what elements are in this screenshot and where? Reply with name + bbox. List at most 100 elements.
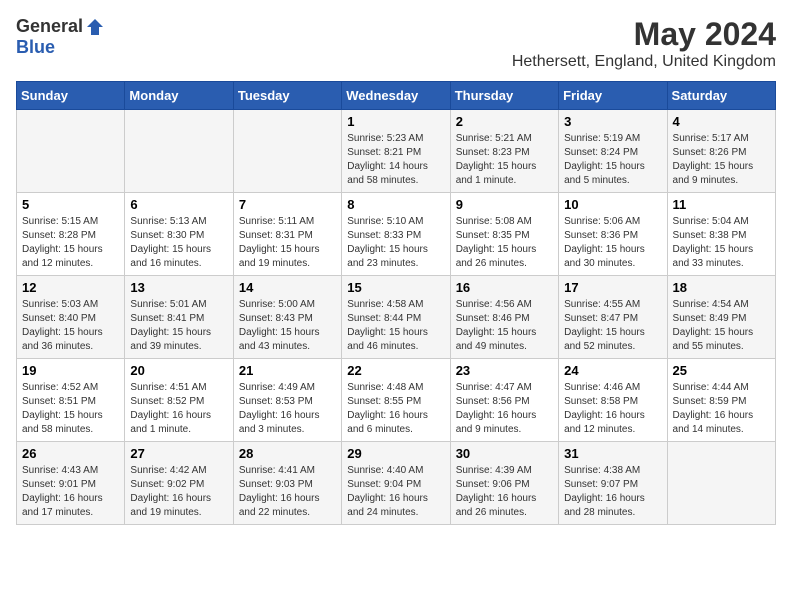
day-detail: Sunrise: 4:47 AM Sunset: 8:56 PM Dayligh…: [456, 381, 553, 437]
calendar-cell: 23 Sunrise: 4:47 AM Sunset: 8:56 PM Dayli…: [450, 359, 558, 442]
calendar-cell: 19 Sunrise: 4:52 AM Sunset: 8:51 PM Dayli…: [17, 359, 125, 442]
day-detail: Sunrise: 4:43 AM Sunset: 9:01 PM Dayligh…: [22, 464, 119, 520]
day-number: 22: [347, 363, 444, 378]
calendar-cell: 3 Sunrise: 5:19 AM Sunset: 8:24 PM Daylig…: [559, 110, 667, 193]
day-detail: Sunrise: 4:48 AM Sunset: 8:55 PM Dayligh…: [347, 381, 444, 437]
day-number: 27: [130, 446, 227, 461]
day-detail: Sunrise: 5:11 AM Sunset: 8:31 PM Dayligh…: [239, 215, 336, 271]
calendar-cell: 28Sunrise: 4:41 AM Sunset: 9:03 PM Dayli…: [233, 442, 341, 525]
day-detail: Sunrise: 4:42 AM Sunset: 9:02 PM Dayligh…: [130, 464, 227, 520]
day-number: 7: [239, 197, 336, 212]
calendar-cell: 9Sunrise: 5:08 AM Sunset: 8:35 PM Daylig…: [450, 193, 558, 276]
calendar-cell: 16 Sunrise: 4:56 AM Sunset: 8:46 PM Dayli…: [450, 276, 558, 359]
day-detail: Sunrise: 5:21 AM Sunset: 8:23 PM Dayligh…: [456, 132, 553, 188]
day-number: 25: [673, 363, 770, 378]
calendar-cell: 1Sunrise: 5:23 AM Sunset: 8:21 PM Daylig…: [342, 110, 450, 193]
day-detail: Sunrise: 4:55 AM Sunset: 8:47 PM Dayligh…: [564, 298, 661, 354]
calendar-cell: 22 Sunrise: 4:48 AM Sunset: 8:55 PM Dayli…: [342, 359, 450, 442]
day-number: 24: [564, 363, 661, 378]
day-number: 23: [456, 363, 553, 378]
day-number: 12: [22, 280, 119, 295]
calendar-cell: 11 Sunrise: 5:04 AM Sunset: 8:38 PM Dayli…: [667, 193, 775, 276]
day-number: 30: [456, 446, 553, 461]
calendar-cell: [17, 110, 125, 193]
day-detail: Sunrise: 4:38 AM Sunset: 9:07 PM Dayligh…: [564, 464, 661, 520]
day-number: 3: [564, 114, 661, 129]
day-detail: Sunrise: 4:46 AM Sunset: 8:58 PM Dayligh…: [564, 381, 661, 437]
day-number: 6: [130, 197, 227, 212]
day-detail: Sunrise: 5:10 AM Sunset: 8:33 PM Dayligh…: [347, 215, 444, 271]
day-detail: Sunrise: 5:08 AM Sunset: 8:35 PM Dayligh…: [456, 215, 553, 271]
calendar-cell: 5Sunrise: 5:15 AM Sunset: 8:28 PM Daylig…: [17, 193, 125, 276]
logo-general-text: General: [16, 16, 83, 37]
header-monday: Monday: [125, 82, 233, 110]
header: General Blue May 2024 Hethersett, Englan…: [16, 16, 776, 71]
day-number: 26: [22, 446, 119, 461]
calendar-cell: 30 Sunrise: 4:39 AM Sunset: 9:06 PM Dayli…: [450, 442, 558, 525]
day-detail: Sunrise: 5:17 AM Sunset: 8:26 PM Dayligh…: [673, 132, 770, 188]
day-number: 11: [673, 197, 770, 212]
calendar-cell: 26 Sunrise: 4:43 AM Sunset: 9:01 PM Dayli…: [17, 442, 125, 525]
day-detail: Sunrise: 4:39 AM Sunset: 9:06 PM Dayligh…: [456, 464, 553, 520]
day-number: 15: [347, 280, 444, 295]
calendar-cell: [125, 110, 233, 193]
calendar-cell: 27 Sunrise: 4:42 AM Sunset: 9:02 PM Dayli…: [125, 442, 233, 525]
calendar-cell: 18Sunrise: 4:54 AM Sunset: 8:49 PM Dayli…: [667, 276, 775, 359]
calendar-week-row: 26 Sunrise: 4:43 AM Sunset: 9:01 PM Dayli…: [17, 442, 776, 525]
title-block: May 2024 Hethersett, England, United Kin…: [512, 16, 776, 71]
calendar-cell: 17 Sunrise: 4:55 AM Sunset: 8:47 PM Dayli…: [559, 276, 667, 359]
header-sunday: Sunday: [17, 82, 125, 110]
day-number: 5: [22, 197, 119, 212]
day-detail: Sunrise: 4:49 AM Sunset: 8:53 PM Dayligh…: [239, 381, 336, 437]
calendar-cell: 20 Sunrise: 4:51 AM Sunset: 8:52 PM Dayli…: [125, 359, 233, 442]
day-detail: Sunrise: 4:58 AM Sunset: 8:44 PM Dayligh…: [347, 298, 444, 354]
calendar-cell: 6 Sunrise: 5:13 AM Sunset: 8:30 PM Daylig…: [125, 193, 233, 276]
calendar-cell: [233, 110, 341, 193]
day-detail: Sunrise: 4:52 AM Sunset: 8:51 PM Dayligh…: [22, 381, 119, 437]
calendar-cell: 4Sunrise: 5:17 AM Sunset: 8:26 PM Daylig…: [667, 110, 775, 193]
calendar-cell: 31 Sunrise: 4:38 AM Sunset: 9:07 PM Dayli…: [559, 442, 667, 525]
header-wednesday: Wednesday: [342, 82, 450, 110]
calendar-cell: 8 Sunrise: 5:10 AM Sunset: 8:33 PM Daylig…: [342, 193, 450, 276]
logo-blue-text: Blue: [16, 37, 55, 58]
subtitle: Hethersett, England, United Kingdom: [512, 53, 776, 71]
calendar-cell: 10 Sunrise: 5:06 AM Sunset: 8:36 PM Dayli…: [559, 193, 667, 276]
calendar-week-row: 1Sunrise: 5:23 AM Sunset: 8:21 PM Daylig…: [17, 110, 776, 193]
day-number: 13: [130, 280, 227, 295]
day-number: 29: [347, 446, 444, 461]
calendar-cell: 29 Sunrise: 4:40 AM Sunset: 9:04 PM Dayli…: [342, 442, 450, 525]
day-detail: Sunrise: 5:04 AM Sunset: 8:38 PM Dayligh…: [673, 215, 770, 271]
day-detail: Sunrise: 5:00 AM Sunset: 8:43 PM Dayligh…: [239, 298, 336, 354]
day-number: 19: [22, 363, 119, 378]
calendar-cell: [667, 442, 775, 525]
day-number: 18: [673, 280, 770, 295]
day-number: 17: [564, 280, 661, 295]
day-detail: Sunrise: 4:56 AM Sunset: 8:46 PM Dayligh…: [456, 298, 553, 354]
day-number: 21: [239, 363, 336, 378]
header-thursday: Thursday: [450, 82, 558, 110]
logo-icon: [85, 17, 105, 37]
day-number: 1: [347, 114, 444, 129]
header-tuesday: Tuesday: [233, 82, 341, 110]
day-detail: Sunrise: 4:41 AM Sunset: 9:03 PM Dayligh…: [239, 464, 336, 520]
header-saturday: Saturday: [667, 82, 775, 110]
day-detail: Sunrise: 4:40 AM Sunset: 9:04 PM Dayligh…: [347, 464, 444, 520]
calendar-cell: 7 Sunrise: 5:11 AM Sunset: 8:31 PM Daylig…: [233, 193, 341, 276]
calendar-cell: 2Sunrise: 5:21 AM Sunset: 8:23 PM Daylig…: [450, 110, 558, 193]
day-detail: Sunrise: 4:51 AM Sunset: 8:52 PM Dayligh…: [130, 381, 227, 437]
day-number: 20: [130, 363, 227, 378]
calendar-cell: 13Sunrise: 5:01 AM Sunset: 8:41 PM Dayli…: [125, 276, 233, 359]
day-number: 16: [456, 280, 553, 295]
day-detail: Sunrise: 5:13 AM Sunset: 8:30 PM Dayligh…: [130, 215, 227, 271]
calendar-cell: 12 Sunrise: 5:03 AM Sunset: 8:40 PM Dayli…: [17, 276, 125, 359]
day-number: 10: [564, 197, 661, 212]
day-number: 31: [564, 446, 661, 461]
day-number: 8: [347, 197, 444, 212]
calendar-week-row: 19 Sunrise: 4:52 AM Sunset: 8:51 PM Dayli…: [17, 359, 776, 442]
day-detail: Sunrise: 4:44 AM Sunset: 8:59 PM Dayligh…: [673, 381, 770, 437]
day-detail: Sunrise: 5:19 AM Sunset: 8:24 PM Dayligh…: [564, 132, 661, 188]
logo: General Blue: [16, 16, 105, 58]
day-detail: Sunrise: 5:06 AM Sunset: 8:36 PM Dayligh…: [564, 215, 661, 271]
calendar-cell: 15 Sunrise: 4:58 AM Sunset: 8:44 PM Dayli…: [342, 276, 450, 359]
day-detail: Sunrise: 5:03 AM Sunset: 8:40 PM Dayligh…: [22, 298, 119, 354]
